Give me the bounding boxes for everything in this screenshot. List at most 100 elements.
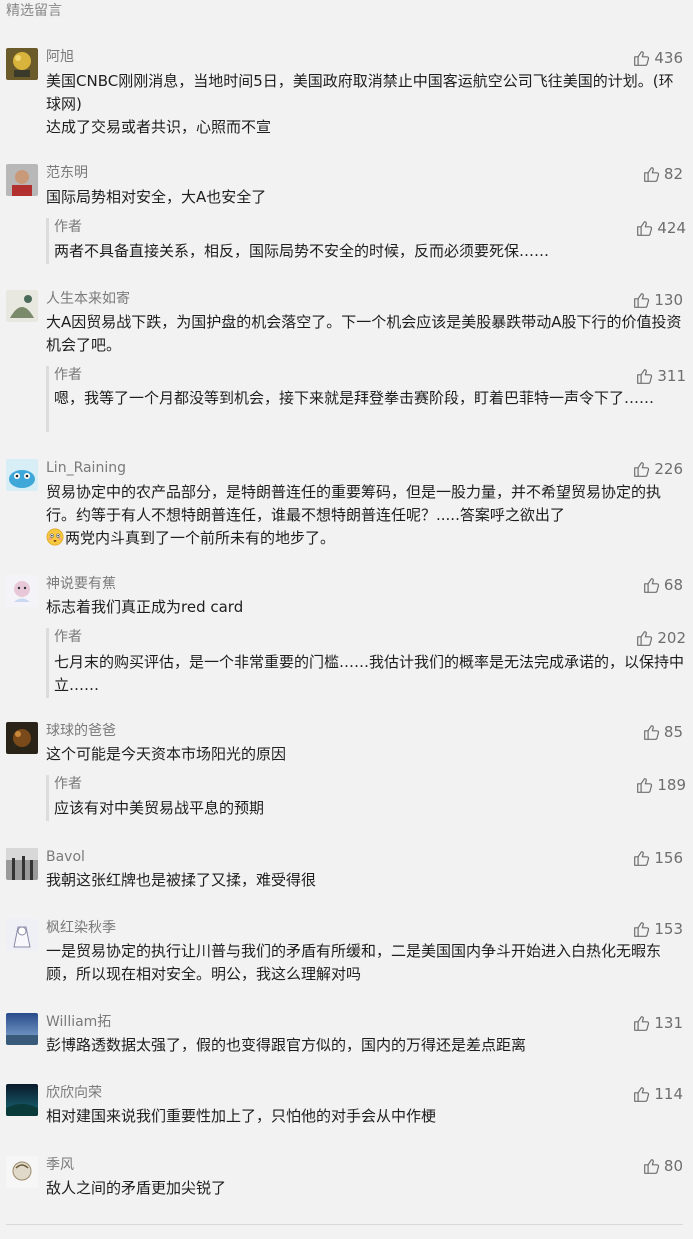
thumbs-up-icon — [634, 850, 650, 866]
thumbs-up-icon — [637, 368, 653, 384]
avatar[interactable] — [6, 164, 38, 196]
like-count: 114 — [654, 1085, 683, 1103]
nickname[interactable]: 范东明 — [46, 164, 88, 182]
thumbs-up-icon — [634, 1015, 650, 1031]
reply-text: 嗯，我等了一个月都没等到机会，接下来就是拜登拳击赛阶段，盯着巴菲特一声令下了…… — [54, 389, 655, 407]
like-button[interactable]: 130 — [633, 290, 683, 310]
like-button[interactable]: 85 — [643, 722, 683, 742]
comment-item: 枫红染秋季 153 一是贸易协定的执行让川普与我们的矛盾有所缓和，二是美国国内争… — [0, 919, 693, 987]
avatar[interactable] — [6, 575, 38, 607]
thumbs-up-icon — [634, 1086, 650, 1102]
reply-author: 作者 — [54, 219, 82, 235]
thumbs-up-icon — [637, 777, 653, 793]
thumbs-up-icon — [634, 292, 650, 308]
comment-text: 美国CNBC刚刚消息，当地时间5日，美国政府取消禁止中国客运航空公司飞往美国的计… — [46, 72, 674, 113]
comment-text: 大A因贸易战下跌，为国护盘的机会落空了。下一个机会应该是美股暴跌带动A股下行的价… — [46, 313, 682, 354]
comment-text: 贸易协定中的农产品部分，是特朗普连任的重要筹码，但是一股力量，并不希望贸易协定的… — [46, 483, 662, 524]
like-button[interactable]: 424 — [636, 218, 686, 238]
like-count: 436 — [654, 49, 683, 67]
comment-item: 人生本来如寄 130 大A因贸易战下跌，为国护盘的机会落空了。下一个机会应该是美… — [0, 290, 693, 436]
comment-text: 标志着我们真正成为red card — [46, 598, 244, 616]
comment-text: 我朝这张红牌也是被揉了又揉，难受得很 — [46, 871, 317, 889]
thumbs-up-icon — [634, 921, 650, 937]
like-button[interactable]: 436 — [633, 48, 683, 68]
thumbs-up-icon — [634, 50, 650, 66]
comment-item: 范东明 82 国际局势相对安全，大A也安全了 作者 424 两者不具备直接关系，… — [0, 164, 693, 264]
thumbs-up-icon — [644, 166, 660, 182]
avatar[interactable] — [6, 1084, 38, 1116]
like-count: 153 — [654, 920, 683, 938]
like-button[interactable]: 153 — [633, 919, 683, 939]
avatar[interactable] — [6, 459, 38, 491]
nickname[interactable]: 欣欣向荣 — [46, 1084, 102, 1102]
thumbs-up-icon — [634, 461, 650, 477]
nickname[interactable]: 季风 — [46, 1156, 74, 1174]
comment-text-continued: 两党内斗真到了一个前所未有的地步了。 — [46, 527, 686, 550]
comment-item: 阿旭 436 美国CNBC刚刚消息，当地时间5日，美国政府取消禁止中国客运航空公… — [0, 48, 693, 138]
like-button[interactable]: 189 — [636, 775, 686, 795]
comment-item: 球球的爸爸 85 这个可能是今天资本市场阳光的原因 作者 189 应该有对中美贸… — [0, 722, 693, 822]
avatar[interactable] — [6, 848, 38, 880]
like-button[interactable]: 114 — [633, 1084, 683, 1104]
reply-author: 作者 — [54, 629, 82, 645]
like-button[interactable]: 131 — [633, 1013, 683, 1033]
reply-text: 应该有对中美贸易战平息的预期 — [54, 799, 265, 817]
like-button[interactable]: 202 — [636, 628, 686, 648]
comment-text: 达成了交易或者共识，心照而不宣 — [46, 118, 272, 136]
comment-item: William拓 131 彭博路透数据太强了，假的也变得跟官方似的，国内的万得还… — [0, 1013, 693, 1061]
comment-item: Lin_Raining 226 贸易协定中的农产品部分，是特朗普连任的重要筹码，… — [0, 459, 693, 551]
section-title: 精选留言 — [6, 3, 62, 19]
avatar[interactable] — [6, 1013, 38, 1045]
like-count: 202 — [657, 629, 686, 647]
reply-author: 作者 — [54, 367, 82, 383]
avatar[interactable] — [6, 48, 38, 80]
thumbs-up-icon — [644, 724, 660, 740]
avatar[interactable] — [6, 722, 38, 754]
like-count: 131 — [654, 1014, 683, 1032]
nickname[interactable]: Lin_Raining — [46, 459, 126, 477]
like-count: 189 — [657, 776, 686, 794]
like-count: 311 — [657, 367, 686, 385]
thumbs-up-icon — [637, 220, 653, 236]
thumbs-up-icon — [644, 577, 660, 593]
flushed-face-emoji — [46, 528, 64, 546]
like-count: 226 — [654, 460, 683, 478]
thumbs-up-icon — [637, 630, 653, 646]
nickname[interactable]: Bavol — [46, 848, 85, 866]
divider — [6, 1224, 683, 1225]
comment-text: 敌人之间的矛盾更加尖锐了 — [46, 1179, 227, 1197]
comment-text: 彭博路透数据太强了，假的也变得跟官方似的，国内的万得还是差点距离 — [46, 1036, 527, 1054]
like-count: 85 — [663, 723, 683, 741]
reply-text: 两者不具备直接关系，相反，国际局势不安全的时候，反而必须要死保…… — [54, 242, 550, 260]
author-reply: 作者 424 两者不具备直接关系，相反，国际局势不安全的时候，反而必须要死保…… — [46, 218, 693, 264]
comment-item: 神说要有蕉 68 标志着我们真正成为red card 作者 202 七月末的购买… — [0, 575, 693, 699]
reply-text: 七月末的购买评估，是一个非常重要的门槛……我估计我们的概率是无法完成承诺的，以保… — [54, 653, 685, 694]
nickname[interactable]: William拓 — [46, 1013, 111, 1031]
like-button[interactable]: 80 — [643, 1156, 683, 1176]
author-reply: 作者 311 嗯，我等了一个月都没等到机会，接下来就是拜登拳击赛阶段，盯着巴菲特… — [46, 366, 693, 432]
like-count: 156 — [654, 849, 683, 867]
like-button[interactable]: 311 — [636, 366, 686, 386]
reply-author: 作者 — [54, 776, 82, 792]
author-reply: 作者 202 七月末的购买评估，是一个非常重要的门槛……我估计我们的概率是无法完… — [46, 628, 693, 698]
like-button[interactable]: 156 — [633, 848, 683, 868]
avatar[interactable] — [6, 919, 38, 951]
comment-text: 相对建国来说我们重要性加上了，只怕他的对手会从中作梗 — [46, 1107, 437, 1125]
like-button[interactable]: 82 — [643, 164, 683, 184]
avatar[interactable] — [6, 1156, 38, 1188]
comment-item: 欣欣向荣 114 相对建国来说我们重要性加上了，只怕他的对手会从中作梗 — [0, 1084, 693, 1132]
comment-text: 国际局势相对安全，大A也安全了 — [46, 188, 267, 206]
nickname[interactable]: 阿旭 — [46, 48, 74, 66]
nickname[interactable]: 人生本来如寄 — [46, 290, 130, 308]
like-button[interactable]: 68 — [643, 575, 683, 595]
like-button[interactable]: 226 — [633, 459, 683, 479]
nickname[interactable]: 球球的爸爸 — [46, 722, 116, 740]
nickname[interactable]: 神说要有蕉 — [46, 575, 116, 593]
author-reply: 作者 189 应该有对中美贸易战平息的预期 — [46, 775, 693, 821]
thumbs-up-icon — [644, 1158, 660, 1174]
comment-text: 这个可能是今天资本市场阳光的原因 — [46, 745, 287, 763]
nickname[interactable]: 枫红染秋季 — [46, 919, 116, 937]
avatar[interactable] — [6, 290, 38, 322]
comment-text: 两党内斗真到了一个前所未有的地步了。 — [65, 529, 336, 547]
like-count: 130 — [654, 291, 683, 309]
